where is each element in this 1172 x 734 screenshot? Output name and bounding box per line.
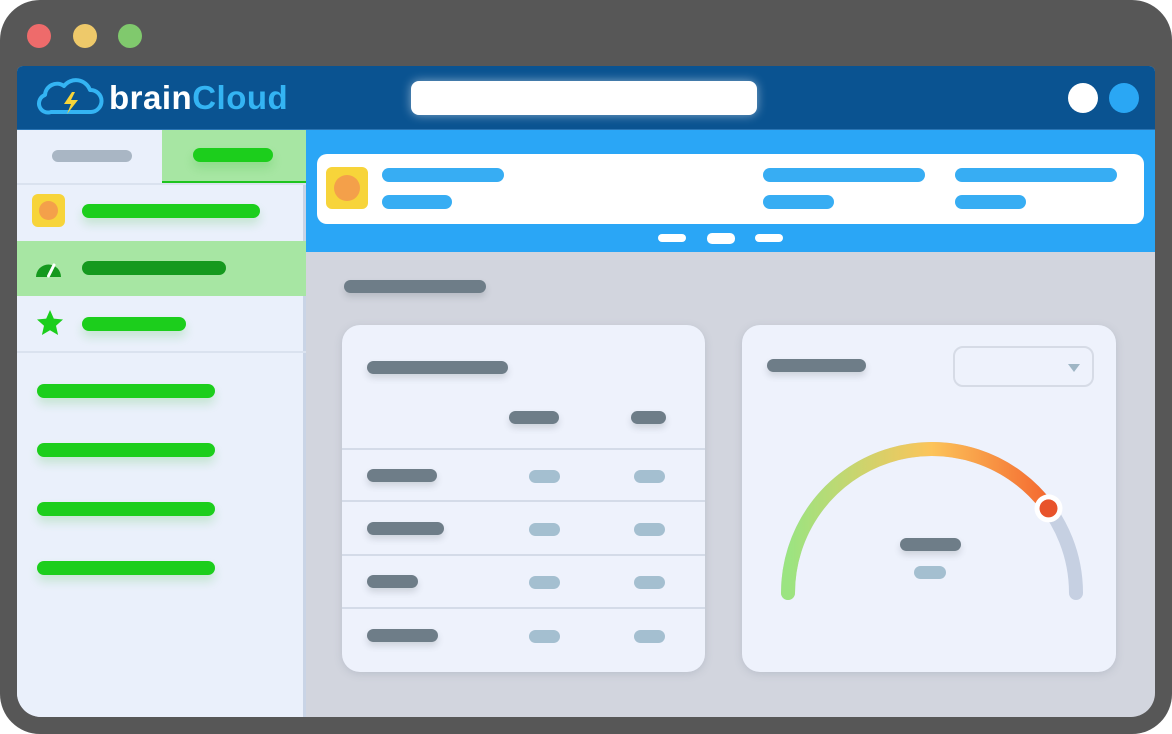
sidebar-link-4[interactable] bbox=[37, 561, 215, 575]
table-card bbox=[342, 325, 705, 672]
table-cell-value bbox=[529, 630, 560, 643]
table-cell-value bbox=[634, 470, 665, 483]
search-input[interactable] bbox=[411, 81, 757, 115]
gauge-card bbox=[742, 325, 1116, 672]
carousel-dot-1[interactable] bbox=[658, 234, 686, 242]
table-cell-value bbox=[634, 576, 665, 589]
notice-subtitle bbox=[382, 195, 452, 209]
gauge-card-title bbox=[767, 359, 866, 372]
table-cell-name bbox=[367, 575, 418, 588]
sidebar-nav-divider bbox=[17, 351, 306, 353]
table-cell-value bbox=[529, 576, 560, 589]
table-header-divider bbox=[342, 448, 705, 450]
table-cell-value bbox=[634, 523, 665, 536]
table-cell-name bbox=[367, 522, 444, 535]
carousel-dot-3[interactable] bbox=[755, 234, 783, 242]
brand-name-part2: Cloud bbox=[192, 79, 289, 116]
brand-name-part1: brain bbox=[109, 79, 193, 116]
notice-stat-1-label bbox=[763, 168, 925, 182]
sidebar-tab-1[interactable] bbox=[17, 130, 162, 184]
brand-wordmark: brainCloud bbox=[109, 78, 288, 118]
chevron-down-icon bbox=[1068, 364, 1080, 372]
table-header-col-3 bbox=[631, 411, 666, 424]
sidebar-item-app-label bbox=[82, 204, 260, 218]
table-card-title bbox=[367, 361, 508, 374]
sidebar-tab-divider bbox=[17, 183, 306, 185]
table-cell-name bbox=[367, 469, 437, 482]
close-window-button[interactable] bbox=[27, 24, 51, 48]
maximize-window-button[interactable] bbox=[118, 24, 142, 48]
table-row-divider bbox=[342, 554, 705, 556]
cloud-lightning-icon bbox=[37, 78, 104, 115]
carousel-dot-2[interactable] bbox=[707, 233, 735, 244]
sidebar-tab-2-label bbox=[193, 148, 273, 162]
sidebar-link-1[interactable] bbox=[37, 384, 215, 398]
app-screen: brainCloud bbox=[17, 66, 1155, 717]
notice-card[interactable] bbox=[317, 154, 1144, 224]
sidebar-link-3[interactable] bbox=[37, 502, 215, 516]
sidebar-item-favorites[interactable] bbox=[17, 296, 306, 351]
sidebar-tab-1-label bbox=[52, 150, 132, 162]
app-icon bbox=[32, 194, 65, 227]
gauge-meter bbox=[781, 442, 1083, 600]
star-icon bbox=[37, 310, 63, 335]
user-menu-button[interactable] bbox=[1068, 83, 1098, 113]
sidebar-item-dashboard[interactable] bbox=[17, 241, 306, 296]
minimize-window-button[interactable] bbox=[73, 24, 97, 48]
sidebar-item-favorites-label bbox=[82, 317, 186, 331]
gauge-center-label bbox=[900, 538, 961, 551]
top-bar: brainCloud bbox=[17, 66, 1155, 130]
notice-stat-2-label bbox=[955, 168, 1117, 182]
notice-stat-1-value bbox=[763, 195, 834, 209]
notice-title bbox=[382, 168, 504, 182]
table-cell-value bbox=[529, 470, 560, 483]
gauge-center-sublabel bbox=[914, 566, 946, 579]
dashboard-gauge-icon bbox=[36, 263, 61, 278]
app-icon bbox=[326, 167, 368, 209]
notifications-button[interactable] bbox=[1109, 83, 1139, 113]
table-cell-value bbox=[634, 630, 665, 643]
table-row-divider bbox=[342, 500, 705, 502]
section-title bbox=[344, 280, 486, 293]
gauge-knob-center bbox=[1039, 499, 1058, 518]
table-cell-value bbox=[529, 523, 560, 536]
table-header-col-2 bbox=[509, 411, 559, 424]
sidebar-tab-2[interactable] bbox=[162, 130, 306, 184]
sidebar-link-2[interactable] bbox=[37, 443, 215, 457]
sidebar-item-app[interactable] bbox=[17, 187, 306, 241]
device-frame: brainCloud bbox=[0, 0, 1172, 734]
notice-stat-2-value bbox=[955, 195, 1026, 209]
table-cell-name bbox=[367, 629, 438, 642]
sidebar-item-dashboard-label bbox=[82, 261, 226, 275]
notice-banner-area bbox=[306, 130, 1155, 252]
brand-logo[interactable]: brainCloud bbox=[33, 78, 288, 118]
table-row-divider bbox=[342, 607, 705, 609]
sidebar bbox=[17, 130, 306, 717]
